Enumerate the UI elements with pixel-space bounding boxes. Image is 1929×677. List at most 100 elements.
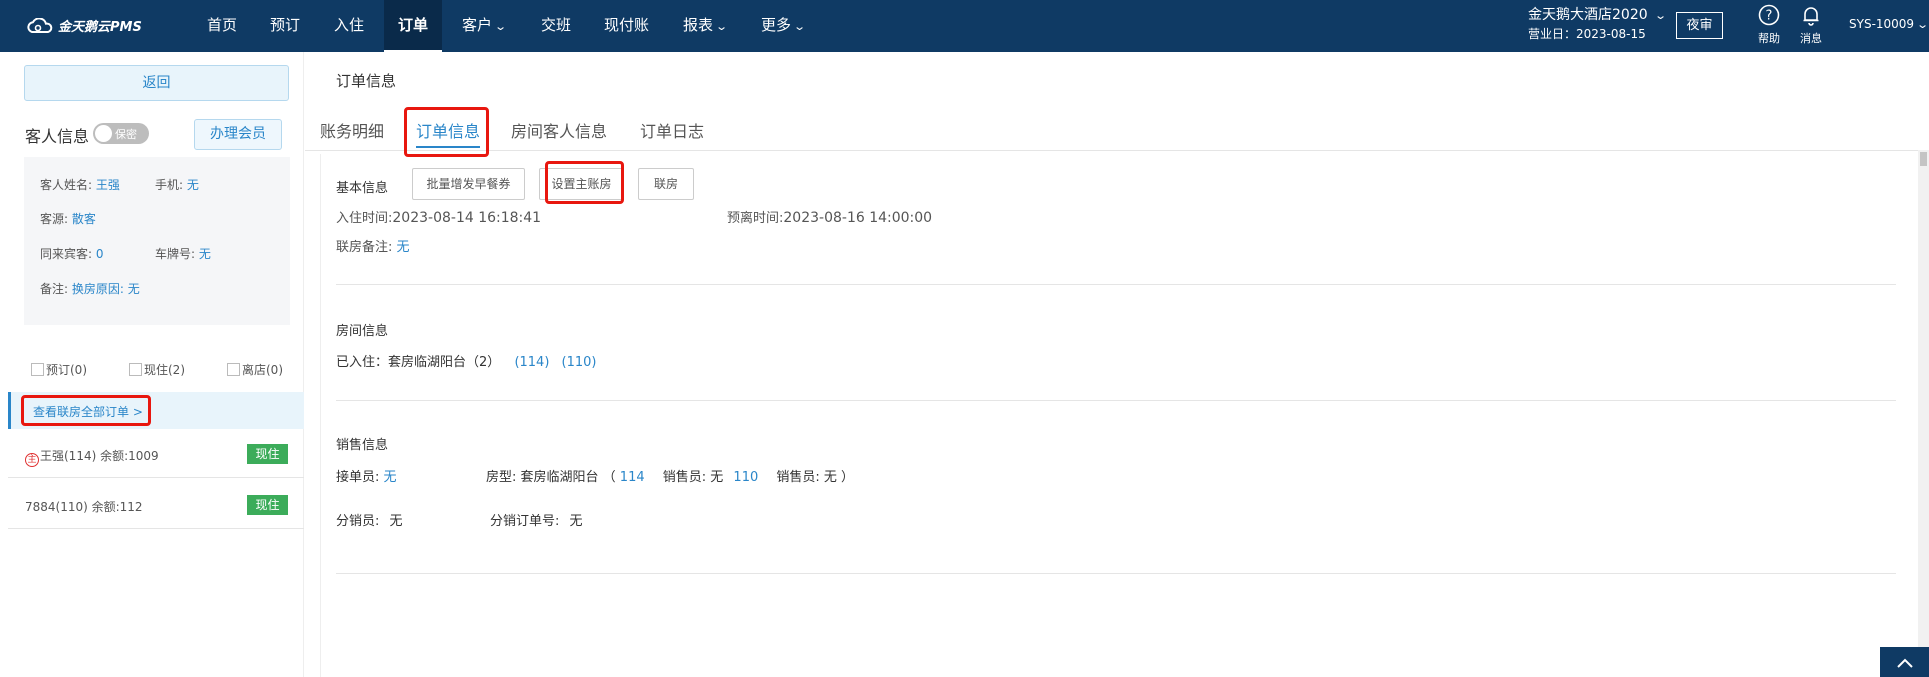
register-member-button[interactable]: 办理会员	[194, 119, 282, 150]
tabs-divider	[305, 150, 1929, 151]
nav-reports-label: 报表	[683, 16, 714, 34]
companions-label: 同来宾客:	[40, 247, 93, 261]
nav-more-label: 更多	[761, 16, 792, 34]
view-linked-orders-label: 查看联房全部订单 >	[33, 405, 143, 419]
sales-roomtype-label: 房型: 套房临湖阳台 （	[486, 470, 616, 485]
privacy-toggle[interactable]: 保密	[93, 123, 149, 144]
view-linked-orders-link[interactable]: 查看联房全部订单 >	[8, 392, 304, 429]
help-icon: ?	[1758, 4, 1780, 26]
sales-room-114[interactable]: 114	[620, 470, 645, 485]
nav-home[interactable]: 首页	[207, 0, 237, 52]
filter-staying[interactable]: 现住(2)	[129, 361, 185, 378]
business-date: 营业日：2023-08-15	[1528, 27, 1646, 41]
app-logo[interactable]: 金天鹅云PMS	[26, 16, 142, 35]
tab-order-log[interactable]: 订单日志	[640, 118, 704, 142]
nav-shift-label: 交班	[541, 16, 572, 34]
distribution-order: 分销订单号: 无	[490, 510, 583, 529]
link-room-button[interactable]: 联房	[638, 168, 694, 200]
filter-reserved-label: 预订(0)	[46, 363, 87, 377]
nav-shift[interactable]: 交班	[541, 0, 571, 52]
order-item-text: 7884(110) 余额:112	[25, 500, 143, 514]
order-item-text: 主王强(114) 余额:1009	[25, 447, 159, 467]
nav-reservation[interactable]: 预订	[270, 0, 300, 52]
guest-info-title: 客人信息	[25, 127, 90, 146]
link-note-value[interactable]: 无	[397, 240, 410, 255]
distribution-order-label: 分销订单号:	[490, 514, 560, 529]
messages-button[interactable]: 消息	[1796, 4, 1826, 46]
nav-orders[interactable]: 订单	[384, 0, 443, 52]
batch-breakfast-button[interactable]: 批量增发早餐券	[412, 168, 525, 200]
plate-field: 车牌号: 无	[155, 245, 211, 262]
help-button[interactable]: ? 帮助	[1754, 4, 1784, 46]
checkbox[interactable]	[227, 363, 240, 376]
nav-reports[interactable]: 报表 ⌄	[683, 0, 728, 52]
tab-order-info[interactable]: 订单信息	[416, 118, 480, 142]
guest-info-box: 客人姓名: 王强 手机: 无 客源: 散客 同来宾客: 0 车牌号: 无 备注:…	[24, 157, 290, 325]
nav-checkin[interactable]: 入住	[334, 0, 364, 52]
distribution-order-value: 无	[569, 514, 583, 529]
user-name: SYS-10009	[1849, 17, 1915, 31]
tab-room-guests[interactable]: 房间客人信息	[511, 118, 607, 142]
back-to-top-button[interactable]	[1880, 647, 1929, 677]
phone-field: 手机: 无	[155, 176, 199, 193]
nav-more[interactable]: 更多 ⌄	[761, 0, 806, 52]
privacy-toggle-label: 保密	[115, 128, 137, 141]
filter-departed[interactable]: 离店(0)	[227, 361, 283, 378]
chevron-down-icon: ⌄	[1916, 18, 1929, 31]
checkin-time-value: 2023-08-14 16:18:41	[392, 210, 542, 226]
guest-name-value[interactable]: 王强	[96, 178, 120, 192]
hotel-selector[interactable]: 金天鹅大酒店2020 ⌄	[1528, 6, 1668, 25]
source-value: 散客	[71, 212, 96, 226]
filter-reserved[interactable]: 预订(0)	[31, 361, 87, 378]
seller-110: 销售员: 无 ）	[776, 470, 855, 485]
room-link-110[interactable]: (110)	[562, 355, 597, 370]
sales-room-110[interactable]: 110	[733, 470, 758, 485]
guest-name-field: 客人姓名: 王强	[40, 176, 120, 193]
set-master-room-button[interactable]: 设置主账房	[539, 168, 624, 200]
scroll-thumb[interactable]	[1920, 152, 1927, 166]
active-tab-indicator	[416, 146, 480, 148]
phone-label: 手机:	[155, 178, 184, 192]
checkout-time-value: 2023-08-16 14:00:00	[783, 210, 933, 226]
plate-value: 无	[198, 247, 211, 261]
nav-customers[interactable]: 客户 ⌄	[462, 0, 507, 52]
receiver-value[interactable]: 无	[384, 470, 397, 485]
top-nav-bar: 金天鹅云PMS 首页 预订 入住 订单 客户 ⌄ 交班 现付账 报表 ⌄ 更多 ⌄ 金…	[0, 0, 1929, 52]
chevron-down-icon: ⌄	[1654, 9, 1668, 22]
logo-text: 金天鹅云PMS	[58, 20, 142, 35]
user-menu[interactable]: SYS-10009 ⌄	[1849, 17, 1929, 31]
receiver: 接单员: 无	[336, 466, 397, 485]
checkbox[interactable]	[31, 363, 44, 376]
hotel-name: 金天鹅大酒店2020	[1528, 7, 1648, 23]
vertical-scrollbar[interactable]	[1918, 150, 1929, 677]
checkbox[interactable]	[129, 363, 142, 376]
master-room-icon: 主	[25, 453, 39, 467]
divider	[336, 284, 1896, 285]
phone-value: 无	[186, 178, 199, 192]
status-badge: 现住	[247, 495, 288, 515]
order-list-item[interactable]: 7884(110) 余额:112 现住	[8, 482, 304, 529]
receiver-label: 接单员:	[336, 470, 380, 485]
note-label: 备注:	[40, 282, 69, 296]
checked-in-label: 已入住：	[336, 355, 389, 370]
sales-info-title: 销售信息	[336, 438, 389, 453]
guest-name-label: 客人姓名:	[40, 178, 93, 192]
filter-departed-label: 离店(0)	[242, 363, 283, 377]
filter-staying-label: 现住(2)	[144, 363, 185, 377]
nav-home-label: 首页	[207, 16, 238, 34]
source-label: 客源:	[40, 212, 69, 226]
tab-billing[interactable]: 账务明细	[320, 118, 384, 142]
checkout-time-label: 预离时间:	[727, 211, 784, 226]
note-value: 换房原因: 无	[71, 282, 140, 296]
chevron-up-icon	[1896, 658, 1913, 668]
room-type-name: 套房临湖阳台（2）	[388, 355, 501, 370]
messages-label: 消息	[1800, 32, 1822, 45]
night-audit-button[interactable]: 夜审	[1676, 12, 1723, 39]
room-link-114[interactable]: (114)	[514, 355, 549, 370]
checkout-time: 预离时间:2023-08-16 14:00:00	[727, 207, 932, 226]
order-info-panel	[320, 154, 1920, 677]
order-list-item[interactable]: 主王强(114) 余额:1009 现住	[8, 431, 304, 478]
divider	[336, 400, 1896, 401]
nav-cash-account[interactable]: 现付账	[604, 0, 649, 52]
back-button[interactable]: 返回	[24, 65, 289, 101]
